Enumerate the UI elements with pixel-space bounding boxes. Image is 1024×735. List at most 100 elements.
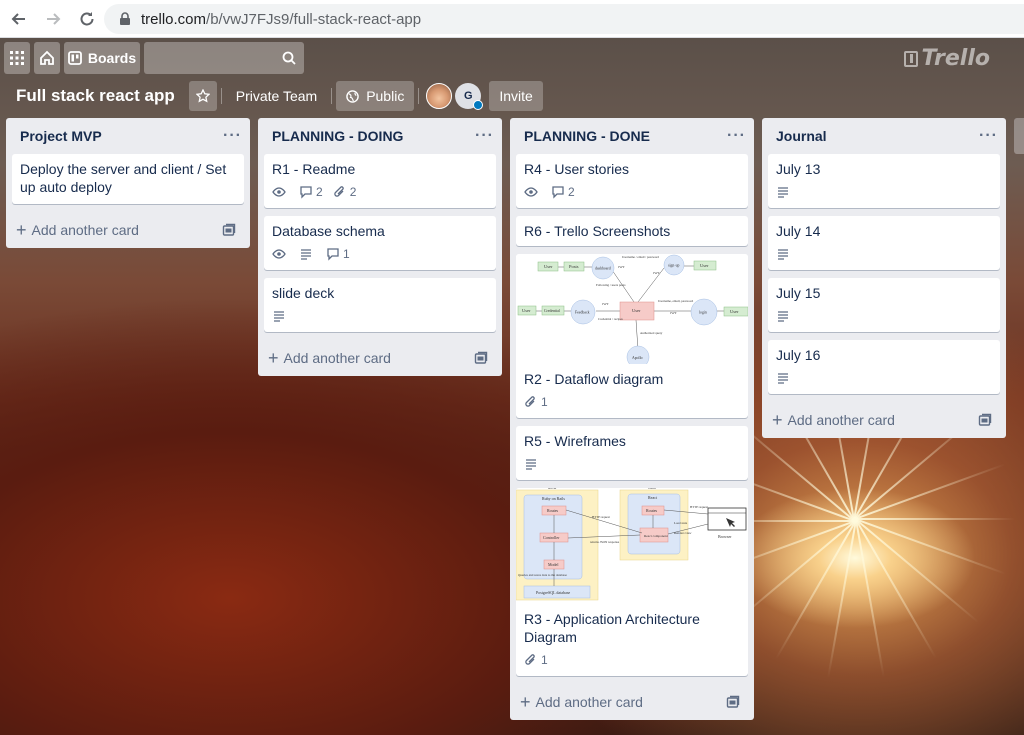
card[interactable]: slide deck [264,278,496,332]
home-button[interactable] [34,42,60,74]
boards-label: Boards [87,50,137,66]
list-menu-icon[interactable]: ··· [727,127,746,145]
add-card-button[interactable]: + Add another card [258,340,502,376]
card[interactable]: July 16 [768,340,1000,394]
card-template-icon[interactable] [222,223,236,237]
card-with-cover[interactable]: Ruby on Rails server React client Routes… [516,488,748,676]
architecture-node: Routes [547,508,559,513]
member-avatar[interactable] [426,83,453,109]
dataflow-node: login [699,311,707,315]
app-header: Boards [0,38,1024,78]
list-menu-icon[interactable]: ··· [979,127,998,145]
add-card-button[interactable]: + Add another card [6,212,250,248]
card-template-icon[interactable] [978,413,992,427]
card-title: R4 - User stories [524,161,630,177]
star-button[interactable] [188,81,217,111]
plus-icon: + [16,220,27,240]
card-with-cover[interactable]: User Posts dashboard sign-up User User C… [516,254,748,418]
architecture-edge-label: HTTP request [690,505,708,509]
list-header[interactable]: Project MVP ··· [6,118,250,154]
card[interactable]: R4 - User stories 2 [516,154,748,208]
description-icon [778,249,788,260]
description-badge [299,247,316,261]
list-title[interactable]: PLANNING - DONE [524,128,650,144]
card-title: Deploy the server and client / Set up au… [20,161,227,195]
list-header[interactable]: PLANNING - DOING ··· [258,118,502,154]
card[interactable]: July 13 [768,154,1000,208]
list-header[interactable]: Journal ··· [762,118,1006,154]
member-avatar-initial[interactable]: G [455,83,484,110]
dataflow-node: sign-up [668,264,679,268]
add-card-button[interactable]: + Add another card [762,402,1006,438]
card[interactable]: R6 - Trello Screenshots [516,216,748,246]
avatar-initial: G [464,90,473,102]
trello-logo[interactable]: Trello [904,46,990,71]
sun-ray [855,518,1015,520]
dataflow-node: Feedback [575,311,590,315]
list-title[interactable]: PLANNING - DOING [272,128,403,144]
add-card-label: Add another card [283,350,391,366]
team-button[interactable]: Private Team [226,81,327,111]
add-card-label: Add another card [535,694,643,710]
description-icon [778,187,788,198]
description-badge [776,371,793,385]
reload-button[interactable] [72,4,102,34]
back-button[interactable] [4,4,34,34]
card-title: R6 - Trello Screenshots [524,223,671,239]
add-card-label: Add another card [787,412,895,428]
dataflow-edge-label: Username / email / password [622,255,659,259]
apps-button[interactable] [4,42,30,74]
search-input[interactable] [144,42,304,74]
card[interactable]: R1 - Readme 2 2 [264,154,496,208]
architecture-box-label: Ruby on Rails [542,496,565,501]
watching-badge [272,247,289,261]
plus-icon: + [772,410,783,430]
dataflow-node: Credential [544,309,560,313]
architecture-node: Model [548,562,559,567]
list-title[interactable]: Journal [776,128,827,144]
card[interactable]: Database schema 1 [264,216,496,270]
sun-ray [854,463,1006,520]
architecture-node: React component [644,534,668,538]
card[interactable]: R5 - Wireframes [516,426,748,480]
trello-logo-text: Trello [921,46,990,71]
card[interactable]: July 14 [768,216,1000,270]
board-title[interactable]: Full stack react app [16,86,175,106]
browser-toolbar: trello.com/b/vwJ7FJs9/full-stack-react-a… [0,0,1024,38]
list-menu-icon[interactable]: ··· [475,127,494,145]
watching-badge [524,185,541,199]
eye-icon [524,187,538,197]
architecture-box-label: React [648,495,658,500]
paperclip-icon [525,396,535,407]
card[interactable]: July 15 [768,278,1000,332]
description-icon [778,373,788,384]
comment-count: 2 [316,185,323,199]
card-template-icon[interactable] [474,351,488,365]
description-icon [526,459,536,470]
visibility-button[interactable]: Public [336,81,415,111]
forward-button[interactable] [38,4,68,34]
back-arrow-icon [11,12,25,25]
address-bar[interactable]: trello.com/b/vwJ7FJs9/full-stack-react-a… [104,4,1024,34]
add-card-button[interactable]: + Add another card [510,684,754,720]
dataflow-edge-label: Credential / recipes [598,317,624,321]
list-edge-offscreen[interactable] [1014,118,1024,154]
boards-button[interactable]: Boards [64,42,140,74]
comments-badge: 2 [551,185,575,199]
list-title[interactable]: Project MVP [20,128,102,144]
dataflow-node: Apollo [632,356,643,360]
card[interactable]: Deploy the server and client / Set up au… [12,154,244,204]
list-header[interactable]: PLANNING - DONE ··· [510,118,754,154]
list-menu-icon[interactable]: ··· [223,127,242,145]
architecture-edge-label: Renders view [674,531,692,535]
dataflow-node: dashboard [595,267,611,271]
description-badge [776,309,793,323]
comment-icon [327,248,339,261]
dataflow-node: User [632,308,641,313]
invite-button[interactable]: Invite [489,81,543,111]
visibility-label: Public [366,88,405,104]
card-template-icon[interactable] [726,695,740,709]
dataflow-edge-label: JWT [653,271,661,275]
header-divider [418,88,420,104]
description-badge [524,457,541,471]
